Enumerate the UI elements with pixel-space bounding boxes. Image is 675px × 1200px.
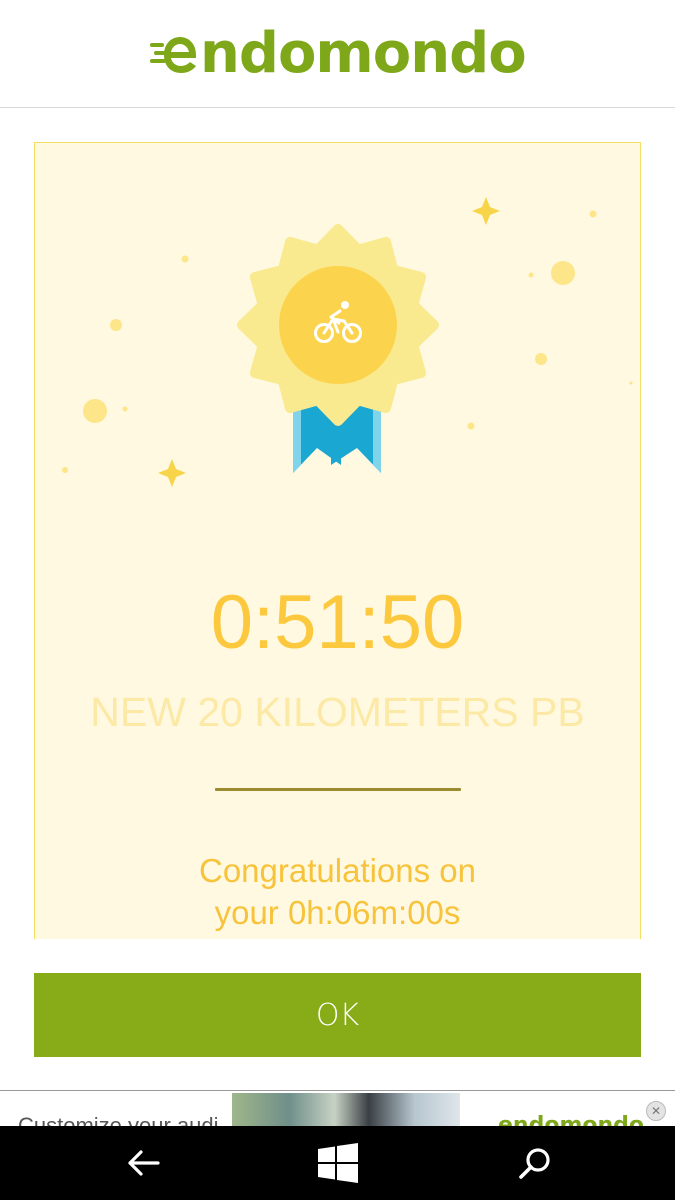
close-icon[interactable]: ✕ (646, 1101, 666, 1121)
badge-center (279, 266, 397, 384)
logo-text: ndomondo (200, 21, 527, 86)
sparkle-star-icon (158, 459, 186, 487)
congratulations-line-2: your 0h:06m:00s (214, 894, 461, 931)
ad-image (232, 1093, 460, 1126)
personal-best-title: NEW 20 KILOMETERS PB (90, 689, 585, 735)
app-header: ndomondo (0, 0, 675, 108)
ad-text: Customize your audi (18, 1113, 219, 1126)
endomondo-logo: ndomondo (148, 21, 527, 86)
congratulations-line-1: Congratulations on (198, 852, 477, 889)
windows-icon (318, 1143, 358, 1183)
search-button[interactable] (505, 1138, 565, 1188)
congratulations-text: Congratulations on your 0h:06m:00s (35, 850, 640, 934)
system-navigation-bar (0, 1126, 675, 1200)
home-button[interactable] (308, 1138, 368, 1188)
endomondo-e-logo-icon (150, 37, 196, 73)
ok-button[interactable]: OK (34, 973, 641, 1057)
achievement-time: 0:51:50 (210, 580, 465, 665)
back-arrow-icon (128, 1150, 160, 1176)
back-button[interactable] (113, 1138, 173, 1188)
search-icon (519, 1148, 550, 1179)
achievement-card: 0:51:50 NEW 20 KILOMETERS PB Congratulat… (34, 142, 641, 939)
ad-brand: endomondo (498, 1113, 645, 1126)
ad-banner[interactable]: Customize your audi endomondo ✕ (0, 1090, 675, 1126)
divider (215, 788, 461, 791)
achievement-illustration (62, 197, 633, 487)
sparkle-star-icon (472, 197, 500, 225)
